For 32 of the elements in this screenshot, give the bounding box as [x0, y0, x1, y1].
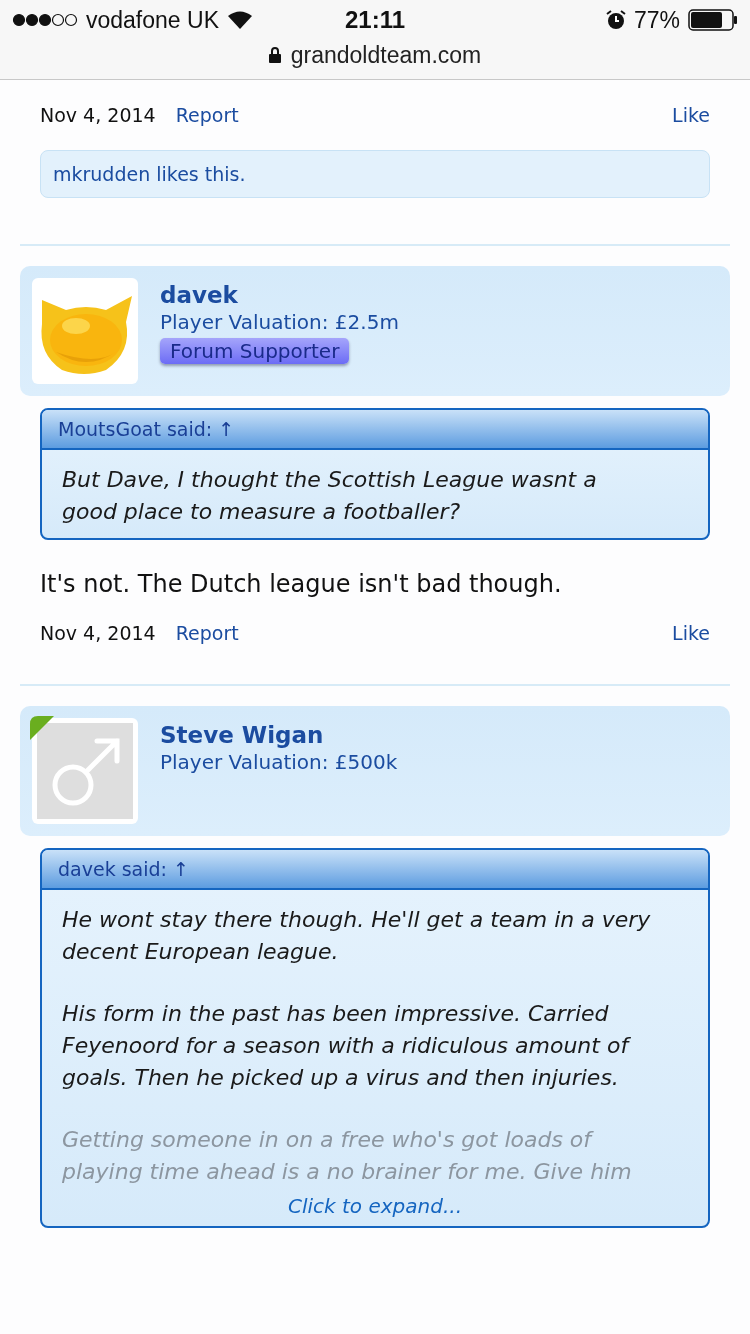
male-symbol-icon [37, 723, 133, 819]
like-link[interactable]: Like [672, 104, 710, 126]
carrier-name: vodafone UK [86, 6, 219, 34]
battery-percentage: 77% [633, 6, 680, 34]
clock: 21:11 [344, 6, 406, 34]
battery-icon [688, 9, 738, 31]
likes-summary[interactable]: mkrudden likes this. [40, 150, 710, 198]
player-valuation: Player Valuation: £500k [160, 750, 398, 774]
like-link[interactable]: Like [672, 622, 710, 644]
quote-text: But Dave, I thought the Scottish League wasnt a good place to measure a footballer? [62, 466, 598, 526]
post-date: Nov 4, 2014 [40, 622, 156, 644]
lock-icon [268, 47, 281, 63]
online-indicator-icon [30, 716, 54, 740]
report-link[interactable]: Report [175, 622, 239, 644]
quote-text: His form in the past has been impressive. Carried Feyenoord for a season with a ridiculous amount of goals. Then he picked up a virus and then injuries. [62, 1000, 632, 1092]
quote-text: Getting someone in on a free who's got loads of playing time ahead is a no brainer for me. Give him [62, 1126, 633, 1184]
alarm-clock-icon [605, 10, 626, 30]
quote-header[interactable]: MoutsGoat said: ↑ [42, 410, 708, 450]
expand-link[interactable]: Click to expand... [42, 1194, 708, 1226]
player-valuation: Player Valuation: £2.5m [160, 310, 399, 334]
avatar[interactable] [32, 718, 138, 824]
address-bar[interactable]: grandoldteam.com [290, 41, 482, 69]
post-message: It's not. The Dutch league isn't bad though. [39, 569, 563, 598]
wifi-icon [227, 10, 253, 30]
quote-text: He wont stay there though. He'll get a team in a very decent European league. [62, 906, 652, 966]
post-date: Nov 4, 2014 [40, 104, 156, 126]
report-link[interactable]: Report [175, 104, 239, 126]
username[interactable]: Steve Wigan [160, 722, 398, 748]
signal-icon [12, 13, 78, 27]
quote-header[interactable]: davek said: ↑ [42, 850, 708, 890]
username[interactable]: davek [160, 282, 399, 308]
user-badge: Forum Supporter [160, 338, 350, 364]
